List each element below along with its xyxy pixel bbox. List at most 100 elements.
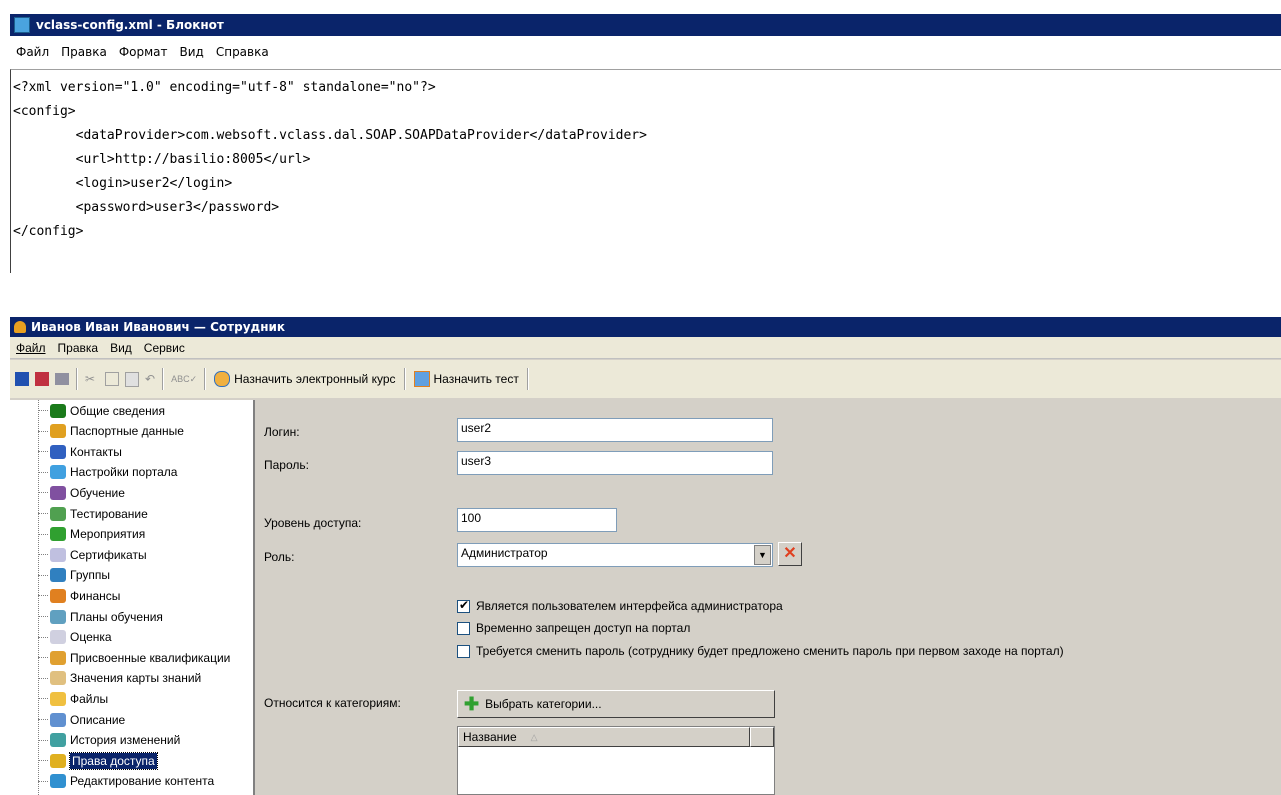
portal-banned-checkbox[interactable] bbox=[457, 621, 470, 635]
code-line: <?xml version="1.0" encoding="utf-8" sta… bbox=[13, 80, 436, 95]
notepad-menu-view[interactable]: Вид bbox=[180, 45, 204, 59]
tree-item[interactable]: Паспортные данные bbox=[38, 422, 184, 441]
tree-item-label: Права доступа bbox=[69, 751, 158, 770]
tree-item[interactable]: Значения карты знаний bbox=[38, 669, 201, 688]
events-icon bbox=[50, 527, 66, 542]
copy-icon[interactable] bbox=[105, 372, 119, 386]
chevron-down-icon[interactable]: ▼ bbox=[754, 545, 771, 565]
assign-course-button[interactable]: Назначить электронный курс bbox=[214, 371, 396, 387]
tree-item-label: Группы bbox=[70, 568, 110, 583]
code-line: <dataProvider>com.websoft.vclass.dal.SOA… bbox=[13, 128, 647, 143]
tree-item[interactable]: Редактирование контента bbox=[38, 772, 214, 791]
tree-item[interactable]: Файлы bbox=[38, 689, 108, 708]
portal-banned-checkbox-row[interactable]: Временно запрещен доступ на портал bbox=[457, 621, 690, 635]
spellcheck-icon[interactable]: ABC✓ bbox=[171, 374, 197, 385]
tree-item[interactable]: Тестирование bbox=[38, 504, 148, 523]
change-password-label: Требуется сменить пароль (сотруднику буд… bbox=[476, 644, 1064, 658]
employee-menu-edit[interactable]: Правка bbox=[58, 341, 99, 355]
qualification-icon bbox=[50, 650, 66, 665]
notepad-app-icon bbox=[14, 17, 30, 33]
tree-connector bbox=[38, 492, 48, 494]
tree-item-label: Сертификаты bbox=[70, 547, 147, 562]
tree-item-label: Оценка bbox=[70, 630, 112, 645]
save-icon[interactable] bbox=[15, 372, 29, 386]
admin-interface-checkbox[interactable]: ✔ bbox=[457, 598, 470, 613]
login-field[interactable]: user2 bbox=[457, 418, 773, 442]
notepad-title: vclass-config.xml - Блокнот bbox=[36, 18, 224, 32]
tree-item[interactable]: Контакты bbox=[38, 442, 122, 461]
tree-item[interactable]: Финансы bbox=[38, 586, 120, 605]
content-edit-icon bbox=[50, 774, 66, 789]
undo-icon[interactable]: ↶ bbox=[145, 372, 155, 386]
notepad-menu-file[interactable]: Файл bbox=[16, 45, 49, 59]
tree-item[interactable]: Обучение bbox=[38, 483, 125, 502]
plus-icon: ✚ bbox=[464, 694, 480, 714]
employee-title: Иванов Иван Иванович — Сотрудник bbox=[31, 320, 286, 334]
tree-item[interactable]: Настройки портала bbox=[38, 463, 177, 482]
save-close-icon[interactable] bbox=[35, 372, 49, 386]
tree-item[interactable]: Планы обучения bbox=[38, 607, 163, 626]
tree-item[interactable]: Группы bbox=[38, 566, 110, 585]
clear-x-icon: ✕ bbox=[783, 545, 797, 562]
categories-table: Название △ bbox=[457, 726, 775, 795]
access-rights-icon bbox=[50, 753, 66, 768]
description-icon bbox=[50, 712, 66, 727]
select-categories-button[interactable]: ✚ Выбрать категории... bbox=[457, 690, 775, 718]
tree-item-label: Обучение bbox=[70, 485, 125, 500]
admin-interface-checkbox-row[interactable]: ✔ Является пользователем интерфейса адми… bbox=[457, 598, 783, 613]
folder-icon bbox=[50, 691, 66, 706]
notepad-menu-edit[interactable]: Правка bbox=[61, 45, 107, 59]
change-password-checkbox-row[interactable]: Требуется сменить пароль (сотруднику буд… bbox=[457, 644, 1064, 658]
tree-connector bbox=[38, 719, 48, 720]
tree-item-label: Планы обучения bbox=[70, 609, 163, 624]
clear-role-button[interactable]: ✕ bbox=[778, 542, 802, 566]
notepad-menu-format[interactable]: Формат bbox=[119, 45, 168, 59]
paste-icon[interactable] bbox=[125, 371, 139, 387]
tree-item[interactable]: Присвоенные квалификации bbox=[38, 648, 230, 667]
plans-icon bbox=[50, 609, 66, 624]
tree-item[interactable]: Права доступа bbox=[38, 751, 158, 770]
tree-item[interactable]: Мероприятия bbox=[38, 525, 145, 544]
course-clock-icon bbox=[214, 371, 231, 387]
employee-menu-service[interactable]: Сервис bbox=[144, 341, 185, 355]
notepad-menu-bar: Файл Правка Формат Вид Справка bbox=[10, 37, 1281, 67]
groups-icon bbox=[50, 568, 66, 583]
password-label: Пароль: bbox=[264, 458, 309, 472]
employee-menu-view[interactable]: Вид bbox=[110, 341, 132, 355]
cut-icon[interactable]: ✂ bbox=[85, 372, 99, 386]
notepad-editor[interactable]: <?xml version="1.0" encoding="utf-8" sta… bbox=[10, 69, 1281, 273]
extra-column-header[interactable] bbox=[750, 727, 774, 747]
print-icon[interactable] bbox=[55, 373, 69, 385]
tree-item-label: Присвоенные квалификации bbox=[70, 650, 231, 665]
tree-connector bbox=[38, 513, 48, 514]
password-field[interactable]: user3 bbox=[457, 451, 773, 475]
notepad-menu-help[interactable]: Справка bbox=[216, 45, 269, 59]
employee-menu-file[interactable]: Файл bbox=[16, 341, 46, 355]
notepad-title-bar: vclass-config.xml - Блокнот bbox=[10, 14, 1281, 36]
assign-course-label: Назначить электронный курс bbox=[234, 372, 396, 386]
tree-item-label: Мероприятия bbox=[70, 527, 146, 542]
tree-item[interactable]: Описание bbox=[38, 710, 125, 729]
code-line: <config> bbox=[13, 104, 76, 119]
tree-item[interactable]: Общие сведения bbox=[38, 401, 165, 420]
assign-test-button[interactable]: Назначить тест bbox=[413, 371, 519, 387]
tree-connector bbox=[38, 657, 48, 659]
employee-title-bar: Иванов Иван Иванович — Сотрудник bbox=[10, 317, 1281, 337]
role-select[interactable]: Администратор ▼ bbox=[457, 543, 773, 567]
role-value: Администратор bbox=[461, 546, 548, 560]
tree-item[interactable]: История изменений bbox=[38, 731, 180, 750]
tree-item[interactable]: Оценка bbox=[38, 628, 112, 647]
employee-window: Иванов Иван Иванович — Сотрудник Файл Пр… bbox=[10, 317, 1281, 795]
access-level-field[interactable]: 100 bbox=[457, 508, 617, 532]
employee-app-icon bbox=[14, 321, 26, 333]
info-icon bbox=[50, 403, 66, 418]
employee-toolbar: ✂ ↶ ABC✓ Назначить электронный курс Назн… bbox=[10, 360, 1281, 398]
tree-item[interactable]: Сертификаты bbox=[38, 545, 147, 564]
toolbar-separator bbox=[162, 368, 165, 390]
name-column-label: Название bbox=[463, 730, 517, 744]
categories-label: Относится к категориям: bbox=[264, 696, 401, 710]
test-icon bbox=[413, 371, 430, 387]
change-password-checkbox[interactable] bbox=[457, 644, 470, 658]
tree-item-label: Редактирование контента bbox=[70, 774, 215, 789]
name-column-header[interactable]: Название △ bbox=[458, 727, 750, 747]
